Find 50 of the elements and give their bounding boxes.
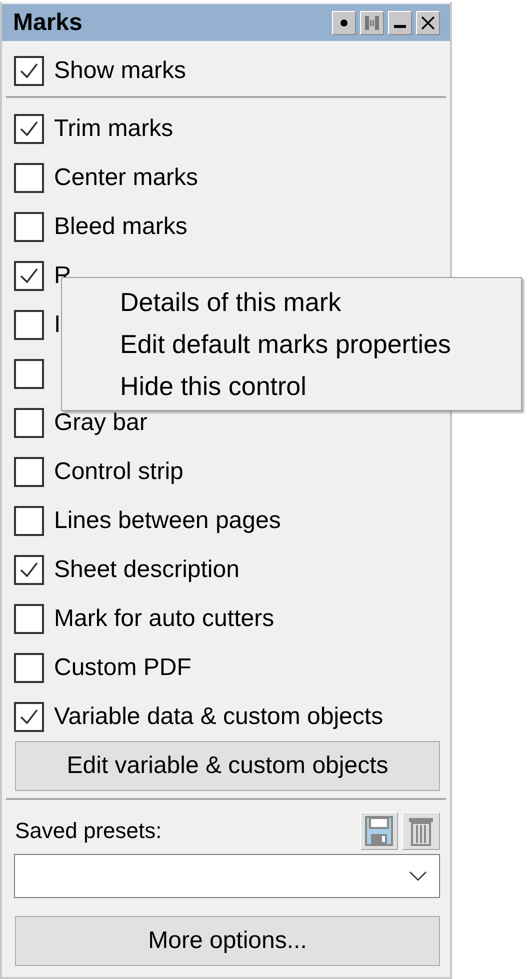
checkbox-label: Custom PDF xyxy=(54,656,192,680)
presets-dropdown[interactable] xyxy=(14,854,440,898)
minimize-icon xyxy=(394,25,406,28)
checkbox-label: Center marks xyxy=(54,166,198,190)
checkbox[interactable] xyxy=(14,162,44,192)
checkbox[interactable] xyxy=(14,456,44,486)
checkbox-label: Mark for auto cutters xyxy=(54,606,274,630)
edit-objects-button[interactable]: Edit variable & custom objects xyxy=(15,741,440,791)
check-icon xyxy=(20,709,38,724)
checkbox-label: Control strip xyxy=(54,460,184,484)
close-icon xyxy=(420,14,436,30)
checkbox[interactable] xyxy=(14,604,44,634)
check-icon xyxy=(20,121,38,136)
close-button[interactable] xyxy=(416,10,440,34)
menu-item[interactable]: Edit default marks properties xyxy=(62,323,521,365)
checkbox[interactable] xyxy=(14,408,44,438)
split-arrows-icon xyxy=(363,14,381,32)
checkbox[interactable] xyxy=(14,702,44,732)
check-icon xyxy=(20,63,38,78)
trash-icon xyxy=(407,816,435,846)
chevron-down-icon xyxy=(409,871,427,881)
checkbox-label: Gray bar xyxy=(54,410,148,434)
checkbox-label: I xyxy=(54,312,61,336)
check-icon xyxy=(20,562,38,577)
more-options-button[interactable]: More options... xyxy=(15,916,440,966)
minimize-button[interactable] xyxy=(388,10,412,34)
dock-button[interactable] xyxy=(360,10,384,34)
checkbox-label: Bleed marks xyxy=(54,214,188,238)
checkbox-label: Lines between pages xyxy=(54,508,281,532)
checkbox[interactable] xyxy=(14,554,44,584)
checkbox[interactable] xyxy=(14,310,44,340)
checkbox-label: Trim marks xyxy=(54,116,174,140)
checkbox[interactable] xyxy=(14,506,44,536)
checkbox[interactable] xyxy=(14,652,44,682)
pin-button[interactable] xyxy=(332,10,356,34)
menu-item[interactable]: Hide this control xyxy=(62,365,521,407)
checkbox[interactable] xyxy=(14,114,44,144)
checkbox-label: Sheet description xyxy=(54,558,240,582)
delete-preset-button[interactable] xyxy=(402,812,440,850)
checkbox-label: Variable data & custom objects xyxy=(54,704,384,728)
menu-item[interactable]: Details of this mark xyxy=(62,281,521,323)
checkbox[interactable] xyxy=(14,358,44,388)
check-icon xyxy=(20,268,38,283)
checkbox[interactable] xyxy=(14,212,44,242)
checkbox[interactable] xyxy=(14,260,44,290)
checkbox[interactable] xyxy=(14,56,44,86)
checkbox-label: Show marks xyxy=(54,58,186,82)
presets-label: Saved presets: xyxy=(15,818,162,844)
window-title: Marks xyxy=(13,8,82,36)
save-preset-button[interactable] xyxy=(360,812,398,850)
